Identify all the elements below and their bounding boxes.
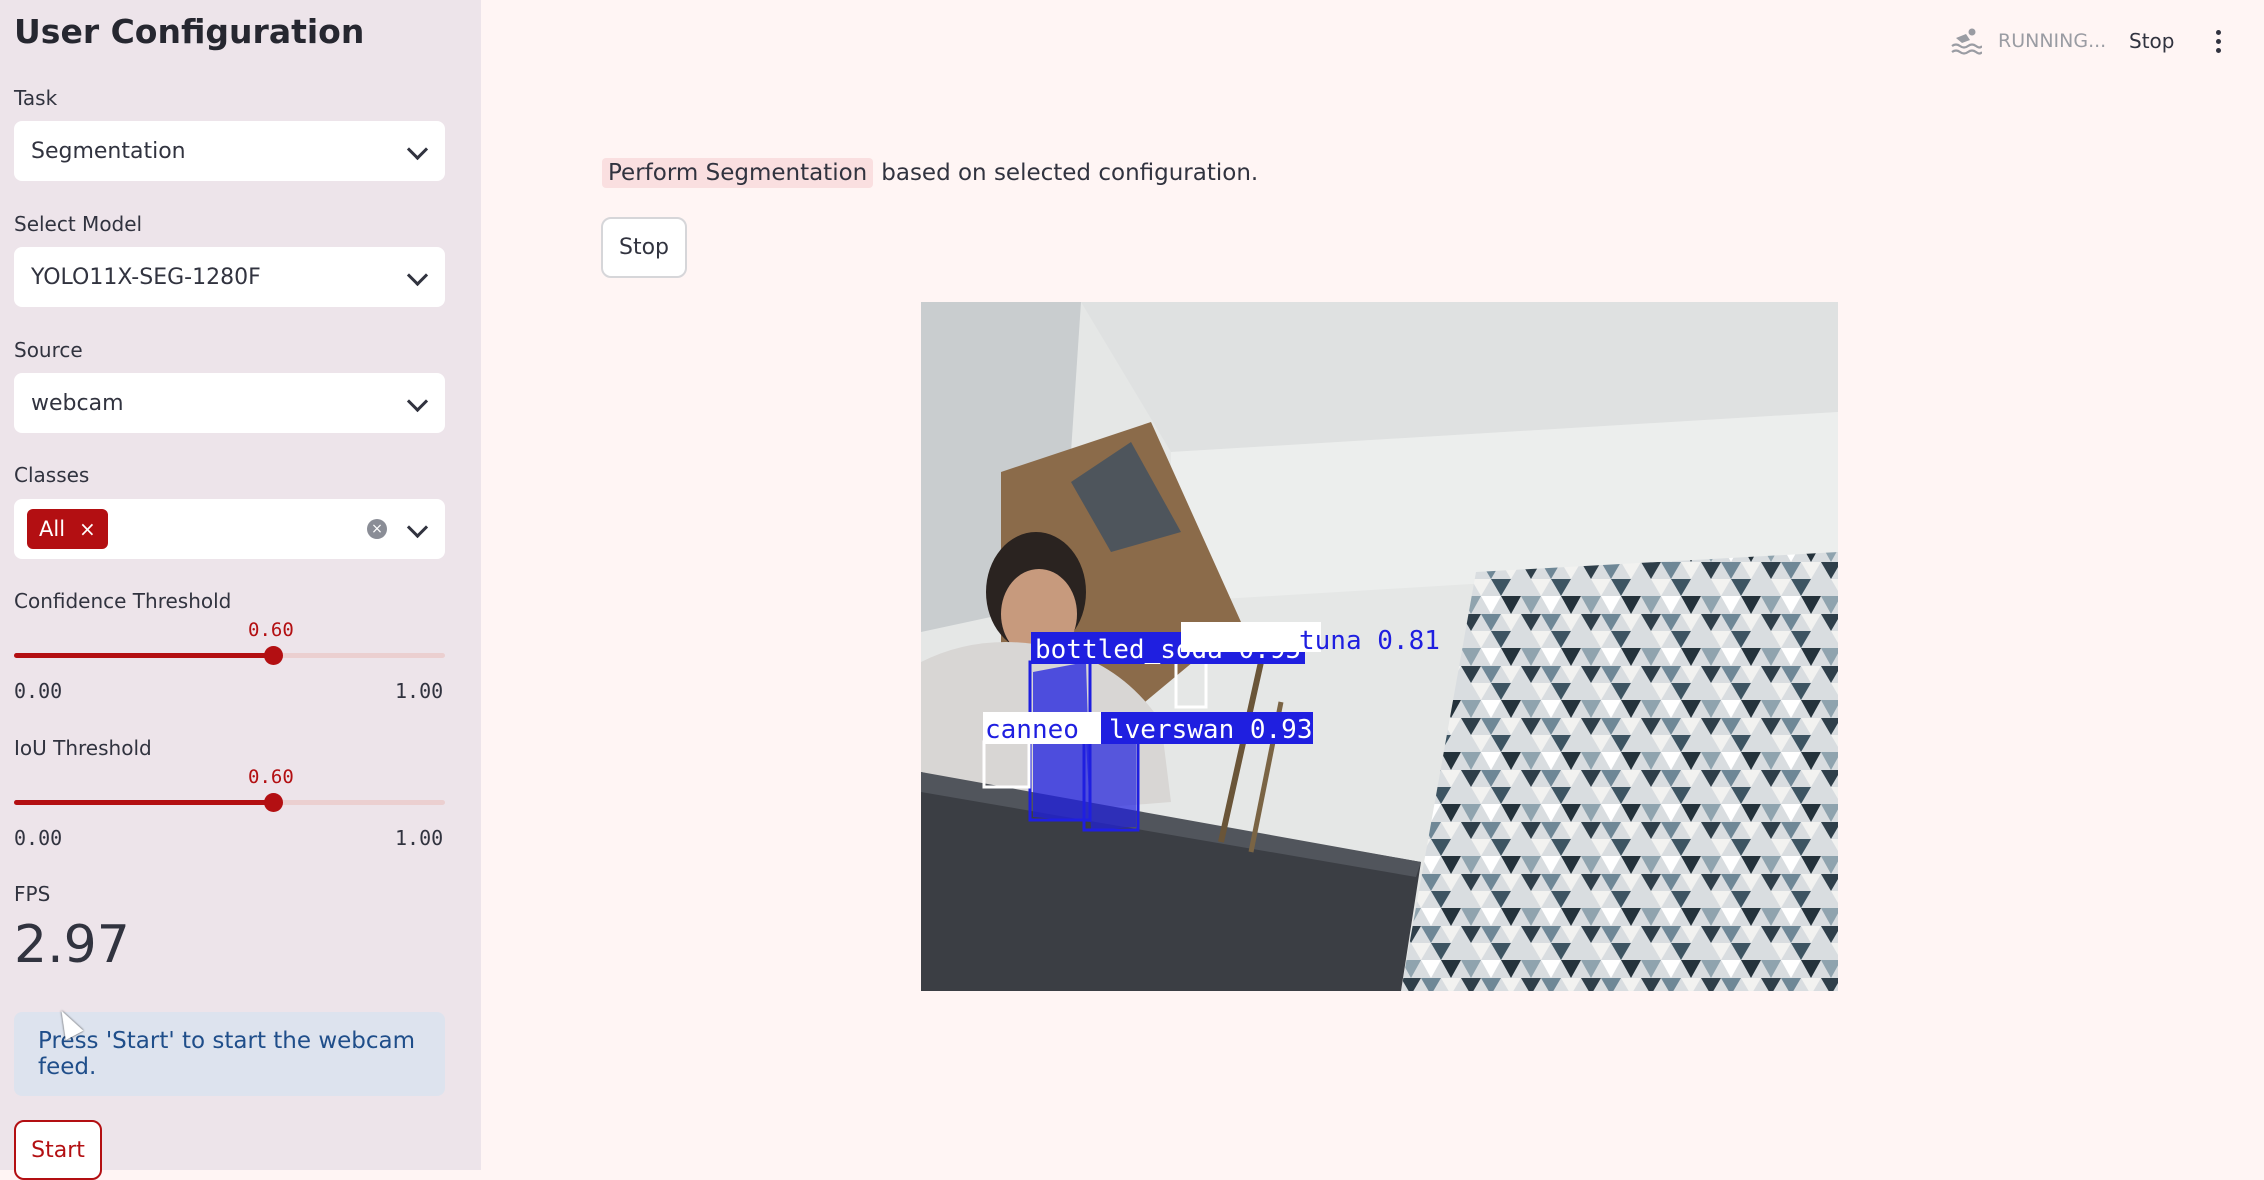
slider-thumb[interactable] [263, 793, 283, 812]
slider-thumb[interactable] [263, 646, 283, 665]
task-suffix: based on selected configuration. [881, 160, 1259, 186]
slider-fill [14, 653, 273, 658]
swimmer-icon [1951, 28, 1982, 55]
chevron-down-icon [406, 264, 429, 287]
detection-label-canned-prefix: canneo [985, 715, 1079, 745]
model-select[interactable]: YOLO11X-SEG-1280F [14, 247, 445, 307]
model-select-value: YOLO11X-SEG-1280F [31, 264, 261, 290]
confidence-value: 0.60 [248, 619, 294, 641]
source-label: Source [14, 338, 83, 362]
iou-slider[interactable] [14, 793, 445, 812]
iou-value: 0.60 [248, 766, 294, 788]
fps-label: FPS [14, 882, 51, 906]
tag-remove-icon[interactable]: × [79, 517, 96, 541]
detection-label-tuna: tuna 0.81 [1299, 626, 1440, 656]
chevron-down-icon [406, 138, 429, 161]
confidence-min: 0.00 [14, 679, 63, 703]
class-tag-label: All [39, 517, 66, 541]
fps-value: 2.97 [14, 915, 130, 975]
task-description: Perform Segmentation based on selected c… [602, 158, 1258, 188]
task-highlight: Perform Segmentation [602, 158, 874, 188]
detection-label-silverswan: lverswan 0.93 [1109, 715, 1313, 745]
running-status: RUNNING... [1950, 26, 2106, 56]
source-select-value: webcam [31, 390, 124, 416]
chevron-down-icon [406, 390, 429, 413]
confidence-max: 1.00 [395, 679, 444, 703]
task-select[interactable]: Segmentation [14, 121, 445, 181]
chevron-down-icon[interactable] [406, 516, 429, 539]
task-select-value: Segmentation [31, 138, 186, 164]
confidence-label: Confidence Threshold [14, 589, 232, 613]
kebab-menu-icon[interactable] [2216, 30, 2222, 57]
confidence-slider[interactable] [14, 646, 445, 665]
slider-fill [14, 800, 273, 805]
stop-button-label: Stop [618, 235, 669, 260]
info-alert-text: Press 'Start' to start the webcam feed. [38, 1028, 416, 1080]
iou-min: 0.00 [14, 826, 63, 850]
stop-button[interactable]: Stop [601, 217, 687, 278]
start-button-label: Start [31, 1137, 85, 1163]
iou-max: 1.00 [395, 826, 444, 850]
header-stop-button[interactable]: Stop [2129, 29, 2174, 53]
classes-label: Classes [14, 463, 90, 487]
sidebar-title: User Configuration [14, 12, 365, 51]
clear-icon[interactable]: × [367, 519, 387, 539]
sidebar: User Configuration Task Segmentation Sel… [0, 0, 481, 1180]
class-tag-all[interactable]: All × [27, 509, 108, 549]
model-label: Select Model [14, 212, 143, 236]
start-button[interactable]: Start [14, 1120, 102, 1180]
classes-multiselect[interactable]: All × × [14, 499, 445, 559]
task-label: Task [14, 86, 58, 110]
source-select[interactable]: webcam [14, 373, 445, 433]
running-status-text: RUNNING... [1998, 30, 2107, 52]
webcam-feed-image: bottled_soda 0.95 tuna 0.81 canneo lvers… [921, 302, 1838, 991]
iou-label: IoU Threshold [14, 736, 152, 760]
